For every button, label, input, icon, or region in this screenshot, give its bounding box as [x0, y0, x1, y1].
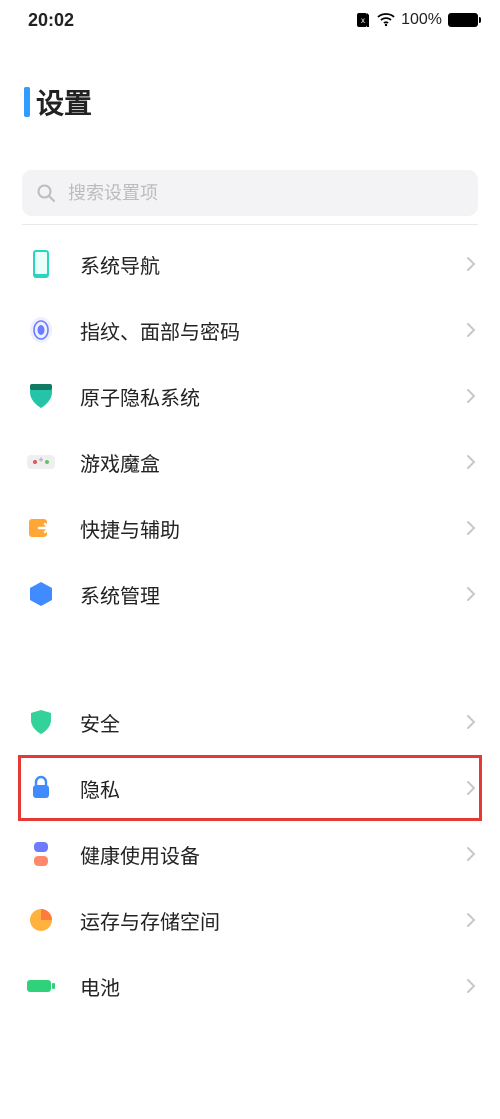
item-biometrics-password[interactable]: 指纹、面部与密码: [0, 297, 500, 363]
gamepad-icon: [26, 447, 56, 477]
settings-group-1: 系统导航 指纹、面部与密码 原子隐私系统 游戏魔盒 快捷与辅助 系统管: [0, 225, 500, 633]
lock-icon: [26, 773, 56, 803]
item-system-management[interactable]: 系统管理: [0, 561, 500, 627]
item-label: 原子隐私系统: [80, 382, 442, 411]
status-bar: 20:02 x 100%: [0, 0, 500, 40]
chevron-right-icon: [466, 912, 476, 928]
item-digital-wellbeing[interactable]: 健康使用设备: [0, 821, 500, 887]
page-title: 设置: [36, 82, 92, 122]
search-field[interactable]: [22, 170, 478, 216]
pie-chart-icon: [26, 905, 56, 935]
item-game-box[interactable]: 游戏魔盒: [0, 429, 500, 495]
settings-group-2: 安全 隐私 健康使用设备 运存与存储空间 电池: [0, 683, 500, 1025]
item-label: 隐私: [80, 774, 442, 803]
shield-icon: [26, 707, 56, 737]
item-shortcut-accessibility[interactable]: 快捷与辅助: [0, 495, 500, 561]
hourglass-icon: [26, 839, 56, 869]
page-title-row: 设置: [0, 40, 500, 152]
sim-icon: x: [355, 12, 371, 28]
chevron-right-icon: [466, 714, 476, 730]
chevron-right-icon: [466, 322, 476, 338]
chevron-right-icon: [466, 846, 476, 862]
chevron-right-icon: [466, 978, 476, 994]
chevron-right-icon: [466, 780, 476, 796]
section-gap: [0, 633, 500, 683]
item-label: 系统导航: [80, 250, 442, 279]
chevron-right-icon: [466, 586, 476, 602]
item-label: 游戏魔盒: [80, 448, 442, 477]
item-privacy[interactable]: 隐私: [18, 755, 482, 821]
atom-shield-icon: [26, 381, 56, 411]
item-label: 系统管理: [80, 580, 442, 609]
wifi-icon: [377, 13, 395, 27]
battery-icon: [26, 971, 56, 1001]
search-icon: [36, 183, 56, 203]
item-label: 健康使用设备: [80, 840, 442, 869]
fingerprint-icon: [26, 315, 56, 345]
chevron-right-icon: [466, 388, 476, 404]
item-ram-storage[interactable]: 运存与存储空间: [0, 887, 500, 953]
item-label: 电池: [80, 972, 442, 1001]
item-label: 运存与存储空间: [80, 906, 442, 935]
item-label: 指纹、面部与密码: [80, 316, 442, 345]
status-indicators: x 100%: [355, 11, 478, 29]
item-system-navigation[interactable]: 系统导航: [0, 231, 500, 297]
title-accent: [24, 87, 30, 117]
item-security[interactable]: 安全: [0, 689, 500, 755]
status-time: 20:02: [28, 10, 74, 31]
chevron-right-icon: [466, 256, 476, 272]
chevron-right-icon: [466, 520, 476, 536]
item-battery[interactable]: 电池: [0, 953, 500, 1019]
svg-text:x: x: [361, 16, 365, 25]
item-label: 安全: [80, 708, 442, 737]
battery-pct: 100%: [401, 11, 442, 29]
search-input[interactable]: [68, 183, 464, 204]
shortcut-icon: [26, 513, 56, 543]
hexagon-icon: [26, 579, 56, 609]
chevron-right-icon: [466, 454, 476, 470]
battery-icon: [448, 13, 478, 27]
phone-icon: [26, 249, 56, 279]
item-label: 快捷与辅助: [80, 514, 442, 543]
item-atom-privacy[interactable]: 原子隐私系统: [0, 363, 500, 429]
